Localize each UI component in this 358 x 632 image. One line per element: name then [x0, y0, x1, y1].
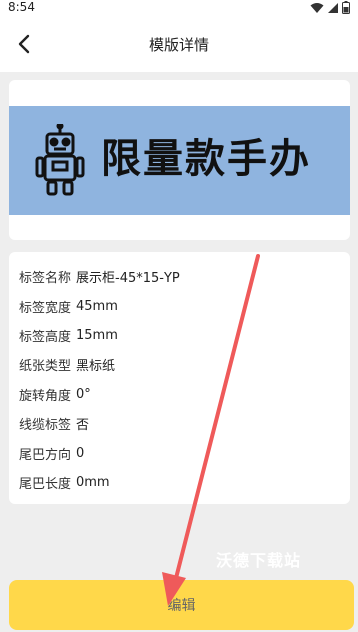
detail-key: 纸张类型 — [19, 359, 72, 375]
robot-icon — [35, 124, 85, 196]
detail-row: 标签宽度 45mm — [9, 291, 350, 320]
detail-value: 0° — [76, 386, 91, 402]
detail-value: 否 — [76, 418, 90, 434]
detail-row: 标签高度 15mm — [9, 321, 350, 350]
detail-key: 旋转角度 — [19, 388, 72, 404]
detail-value: 0mm — [76, 474, 110, 490]
detail-key: 标签名称 — [19, 271, 72, 287]
page-title: 模版详情 — [148, 36, 209, 54]
detail-value: 15mm — [76, 327, 118, 343]
detail-key: 标签高度 — [19, 329, 72, 345]
status-bar: 8:54 — [0, 0, 358, 16]
label-preview-image: 限量款手办 — [9, 106, 350, 215]
detail-row: 尾巴方向 0 — [9, 438, 350, 467]
detail-key: 尾巴长度 — [19, 476, 72, 492]
template-details-card: 标签名称 展示柜-45*15-YP 标签宽度 45mm 标签高度 15mm 纸张类型 黑标纸旋… — [9, 252, 350, 504]
status-time: 8:54 — [8, 0, 35, 14]
detail-row: 旋转角度 0° — [9, 380, 350, 409]
detail-key: 标签宽度 — [19, 300, 72, 316]
wifi-icon — [310, 2, 324, 13]
status-icons — [310, 1, 350, 14]
edit-button[interactable]: 编辑 — [9, 580, 354, 630]
detail-key: 线缆标签 — [19, 418, 72, 434]
detail-value: 黑标纸 — [76, 359, 116, 375]
signal-icon — [328, 2, 338, 13]
battery-icon — [342, 1, 350, 14]
detail-value: 展示柜-45*15-YP — [76, 271, 180, 287]
detail-row: 纸张类型 黑标纸 — [9, 350, 350, 379]
watermark: 沃德下载站 — [216, 551, 302, 570]
detail-row: 标签名称 展示柜-45*15-YP — [9, 262, 350, 291]
detail-row: 线缆标签否 — [9, 409, 350, 438]
detail-value: 45mm — [76, 298, 118, 314]
nav-bar: 模版详情 — [0, 16, 358, 72]
edit-button-label: 编辑 — [167, 598, 196, 614]
label-preview-text: 限量款手办 — [101, 136, 311, 182]
detail-key: 尾巴方向 — [19, 447, 72, 463]
label-preview-card: 限量款手办 — [9, 80, 350, 240]
detail-row: 尾巴长度 0mm — [9, 468, 350, 497]
detail-value: 0 — [76, 445, 85, 461]
